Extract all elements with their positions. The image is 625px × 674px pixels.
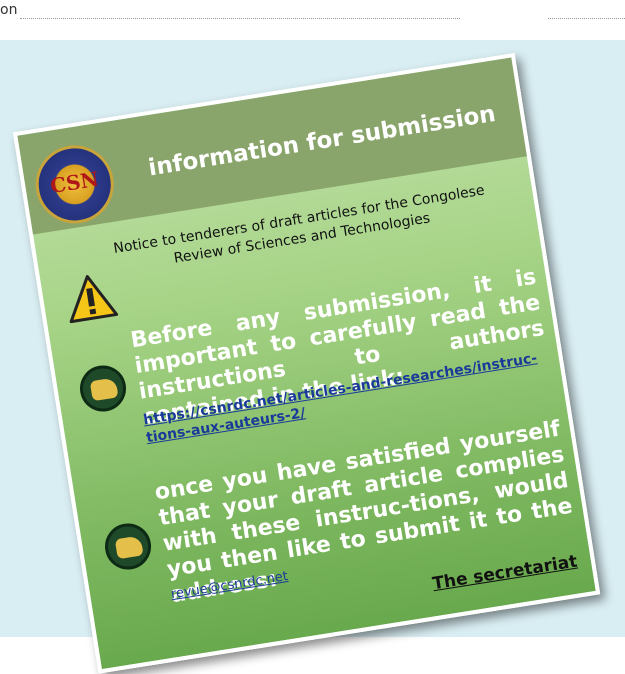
organization-seal-icon: CSN	[30, 139, 120, 230]
warning-triangle-icon	[69, 275, 119, 324]
seal-letters: CSN	[48, 166, 101, 199]
top-text-line: on	[0, 0, 625, 40]
dotted-leader-right	[548, 18, 625, 19]
dotted-leader	[20, 18, 460, 19]
pointing-hand-icon	[76, 362, 130, 415]
submission-info-card: CSN information for submission Notice to…	[12, 52, 601, 674]
content-panel: CSN information for submission Notice to…	[0, 40, 625, 674]
top-leading-text: on	[0, 2, 18, 18]
card-title: information for submission	[146, 100, 498, 182]
pointing-hand-icon-2	[101, 520, 155, 573]
